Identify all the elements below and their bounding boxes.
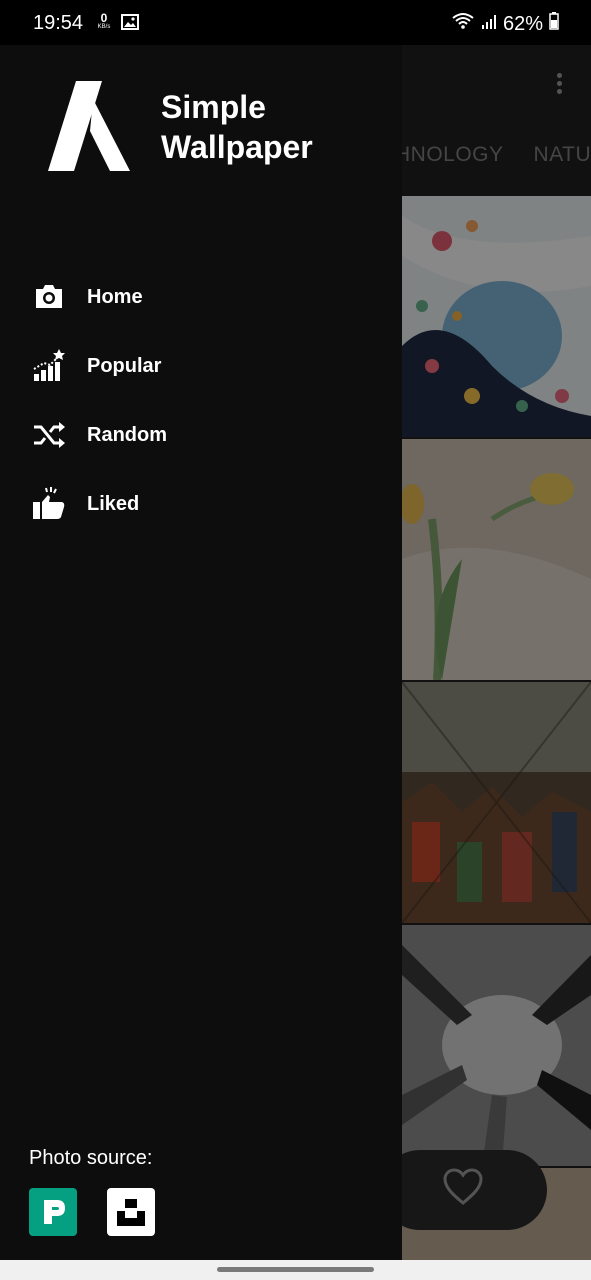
app-name-line1: Simple — [161, 89, 266, 125]
battery-icon — [549, 12, 559, 36]
shuffle-icon — [32, 418, 66, 452]
photo-source-label: Photo source: — [29, 1147, 153, 1169]
battery-level: 62% — [502, 12, 543, 35]
system-nav-bar — [0, 1260, 591, 1280]
menu-item-label: Home — [87, 286, 143, 308]
pexels-icon[interactable] — [29, 1188, 77, 1236]
app-name: Simple Wallpaper — [161, 87, 313, 167]
status-bar: 19:54 0 KB/s 62% — [0, 0, 591, 45]
drawer-menu: Home Popular Random Liked — [0, 265, 402, 541]
thumbs-up-icon — [32, 487, 66, 521]
network-speed-unit: KB/s — [97, 24, 111, 30]
image-notification-icon — [121, 14, 139, 35]
unsplash-icon[interactable] — [107, 1188, 155, 1236]
navigation-drawer: Simple Wallpaper Home Popular Random Lik… — [0, 45, 402, 1260]
menu-item-random[interactable]: Random — [0, 403, 402, 472]
menu-item-home[interactable]: Home — [0, 265, 402, 334]
camera-icon — [32, 280, 66, 314]
menu-item-label: Popular — [87, 355, 162, 377]
network-speed-value: 0 — [100, 11, 108, 25]
wifi-icon — [451, 12, 475, 36]
trending-icon — [32, 349, 66, 383]
app-name-line2: Wallpaper — [161, 129, 313, 165]
signal-icon — [481, 13, 497, 36]
menu-item-popular[interactable]: Popular — [0, 334, 402, 403]
status-time: 19:54 — [33, 12, 84, 34]
app-logo-icon — [46, 81, 130, 176]
status-right: 62% — [451, 12, 559, 36]
menu-item-label: Random — [87, 424, 167, 446]
network-speed: 0 KB/s — [93, 12, 115, 30]
home-gesture-handle[interactable] — [217, 1267, 374, 1272]
menu-item-label: Liked — [87, 493, 140, 515]
photo-sources — [29, 1188, 155, 1236]
menu-item-liked[interactable]: Liked — [0, 472, 402, 541]
